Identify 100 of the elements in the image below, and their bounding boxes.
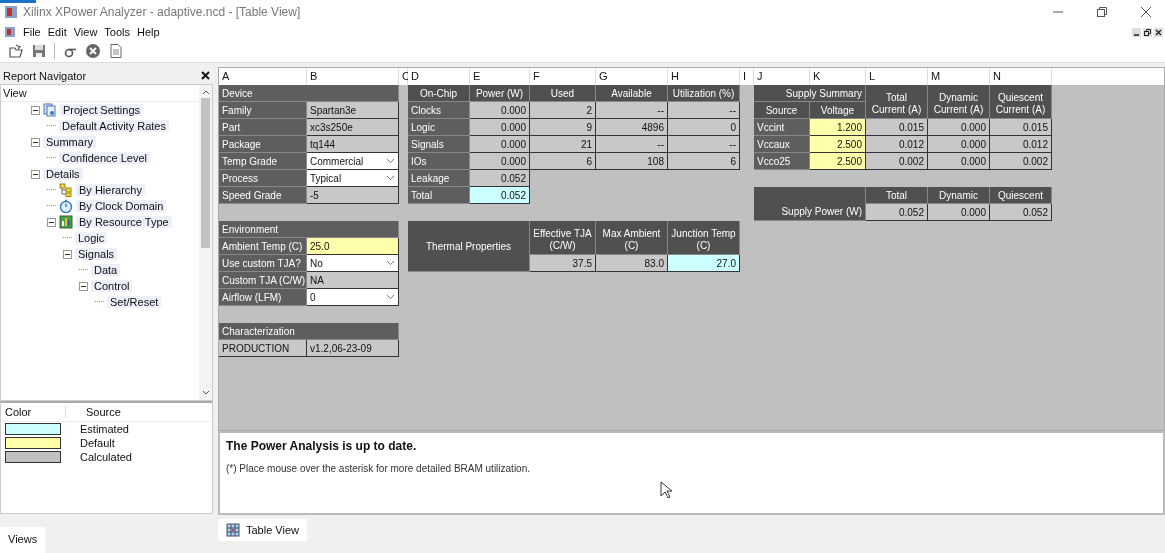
caret-icon (386, 294, 395, 300)
tree-item[interactable]: Default Activity Rates (59, 120, 169, 132)
column-header: G (596, 68, 668, 85)
column-header: K (810, 68, 866, 85)
collapse-icon[interactable] (31, 169, 40, 179)
tree-item[interactable]: Project Settings (60, 104, 144, 116)
table-cell: Signals (408, 136, 470, 153)
menu-item[interactable]: File (23, 26, 41, 38)
table-cell: Temp Grade (219, 153, 307, 170)
table-cell: 27.0 (668, 255, 740, 272)
tree-item[interactable]: By Hierarchy (76, 184, 145, 196)
table-cell: -- (668, 102, 740, 119)
tree-item[interactable]: Details (43, 168, 83, 180)
table-cell: Speed Grade (219, 187, 307, 204)
table-cell: 2.500 (810, 136, 866, 153)
table-cell: 0.000 (470, 119, 530, 136)
caret-icon (386, 158, 395, 164)
close-icon[interactable] (1141, 7, 1151, 17)
table-cell: 83.0 (596, 255, 668, 272)
tree-item[interactable]: Confidence Level (59, 152, 150, 164)
tab[interactable]: Views (0, 527, 46, 553)
table-cell: Custom TJA (C/W) (219, 272, 307, 289)
column-header: Total (866, 187, 928, 204)
collapse-icon[interactable] (79, 281, 88, 291)
column-header: Quiescent (990, 187, 1052, 204)
hierarchy-icon (59, 183, 73, 197)
close-icon[interactable] (201, 71, 210, 80)
table-cell: 0.052 (470, 187, 530, 204)
tree-item[interactable]: Set/Reset (107, 296, 162, 308)
open-icon[interactable] (8, 43, 24, 59)
table-cell: Vcco25 (754, 153, 810, 170)
scrollbar[interactable] (199, 85, 212, 400)
scroll-up-icon[interactable] (201, 89, 210, 95)
restore-icon[interactable] (1143, 27, 1152, 37)
table-cell: Supply Summary (754, 85, 866, 102)
column-header: J (754, 68, 810, 85)
table-cell: Thermal Properties (408, 221, 530, 272)
table-cell: 6 (530, 153, 596, 170)
column-header: Color (4, 406, 33, 418)
settings-pages-icon (43, 103, 57, 117)
report-icon[interactable] (108, 43, 124, 59)
tree-item[interactable]: Signals (75, 248, 118, 260)
table-cell: 0.015 (866, 119, 928, 136)
collapse-icon[interactable] (47, 217, 56, 227)
table-cell: 0.052 (866, 204, 928, 221)
status-message: The Power Analysis is up to date. (226, 439, 418, 453)
column-header: Source (65, 406, 156, 418)
table-cell: Vccaux (754, 136, 810, 153)
table-cell: Ambient Temp (C) (219, 238, 307, 255)
column-header: A (219, 68, 307, 85)
collapse-icon[interactable] (31, 105, 40, 115)
legend-label: Estimated (80, 423, 129, 435)
cancel-icon[interactable] (85, 43, 101, 59)
table-cell: Leakage (408, 170, 470, 187)
restore-icon[interactable] (1097, 7, 1107, 17)
table-cell: Environment (219, 221, 399, 238)
tree-item[interactable]: By Clock Domain (76, 200, 167, 212)
tab[interactable]: Table View (218, 519, 307, 541)
legend-label: Default (80, 437, 115, 449)
table-cell: Characterization (219, 323, 399, 340)
scroll-thumb[interactable] (201, 98, 210, 248)
column-header: Dynamic (928, 187, 990, 204)
dropdown[interactable]: Commercial (307, 153, 399, 170)
tree-item[interactable]: Logic (75, 232, 108, 244)
column-header: Used (530, 85, 596, 102)
table-cell: 0.015 (990, 119, 1052, 136)
menu-item[interactable]: View (73, 26, 98, 38)
close-icon[interactable] (1154, 27, 1163, 37)
tree-item[interactable]: Data (91, 264, 121, 276)
minimize-icon[interactable] (1132, 27, 1141, 37)
column-header: Source (754, 102, 810, 119)
column-header: Total Current (A) (866, 85, 928, 119)
table-cell: Device (219, 85, 399, 102)
table-cell: -- (596, 136, 668, 153)
table-icon (226, 523, 240, 537)
table-cell: Airflow (LFM) (219, 289, 307, 306)
legend-label: Calculated (80, 451, 132, 463)
table-cell: 0 (668, 119, 740, 136)
column-header: L (866, 68, 928, 85)
dropdown[interactable]: No (307, 255, 399, 272)
table-cell: 0.012 (866, 136, 928, 153)
menu-item[interactable]: Help (137, 26, 160, 38)
dropdown[interactable]: Typical (307, 170, 399, 187)
column-header: M (928, 68, 990, 85)
document-icon (4, 26, 16, 38)
table-cell: NA (307, 272, 399, 289)
menu-item[interactable]: Edit (47, 26, 67, 38)
tree-item[interactable]: Control (91, 280, 133, 292)
panel-title: Report Navigator (3, 69, 87, 82)
table-cell: -- (668, 136, 740, 153)
dropdown[interactable]: 0 (307, 289, 399, 306)
scroll-down-icon[interactable] (201, 390, 210, 396)
save-icon[interactable] (31, 43, 47, 59)
table-cell: 4896 (596, 119, 668, 136)
menu-item[interactable]: Tools (104, 26, 131, 38)
table-cell: 2 (530, 102, 596, 119)
collapse-icon[interactable] (63, 249, 72, 259)
collapse-icon[interactable] (31, 137, 40, 147)
tree-item[interactable]: By Resource Type (76, 216, 172, 228)
tree-item[interactable]: Summary (43, 136, 97, 148)
